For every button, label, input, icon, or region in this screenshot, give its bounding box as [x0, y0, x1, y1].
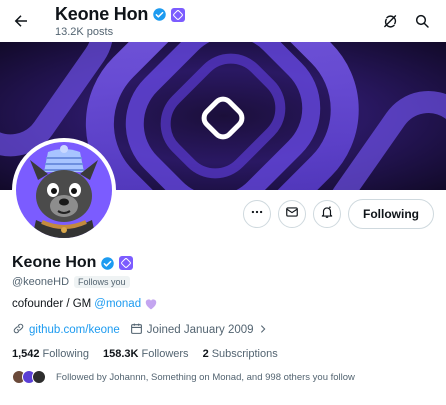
follows-you-badge: Follows you: [74, 276, 130, 288]
subscriptions-count: 2: [202, 348, 209, 360]
link-icon: [12, 322, 25, 338]
followed-by-row[interactable]: Followed by Johannn, Something on Monad,…: [12, 370, 355, 384]
website-link[interactable]: github.com/keone: [29, 324, 120, 336]
following-count: 1,542: [12, 348, 40, 360]
following-stat[interactable]: 1,542 Following: [12, 348, 89, 360]
joined-date: Joined January 2009: [146, 324, 254, 336]
verified-badge-icon[interactable]: [152, 7, 167, 22]
message-icon: [285, 205, 299, 224]
purple-heart-icon: [144, 297, 158, 310]
profile-handle: @keoneHD: [12, 276, 70, 288]
followers-count: 158.3K: [103, 348, 139, 360]
profile-meta: github.com/keone Joined January 2009: [12, 322, 278, 338]
bio-mention-link[interactable]: @monad: [94, 298, 141, 310]
following-button[interactable]: Following: [348, 199, 434, 229]
header-title: Keone Hon: [55, 4, 149, 24]
header-title-block: Keone Hon 13.2K posts: [55, 4, 186, 38]
avatar: [32, 370, 46, 384]
following-label: Following: [42, 348, 89, 360]
joined-item: Joined January 2009: [130, 322, 268, 338]
profile-header: Keone Hon 13.2K posts: [0, 0, 446, 42]
followers-stat[interactable]: 158.3K Followers: [103, 348, 189, 360]
profile-name: Keone Hon: [12, 254, 97, 271]
post-count: 13.2K posts: [55, 26, 114, 38]
affiliate-badge-icon[interactable]: [119, 256, 134, 270]
profile-bio: cofounder / GM @monad: [12, 297, 158, 310]
search-icon[interactable]: [412, 11, 432, 31]
avatar[interactable]: [12, 138, 116, 242]
profile-handle-row: @keoneHD Follows you: [12, 276, 130, 288]
profile-actions: Following: [243, 199, 446, 229]
notifications-button[interactable]: [313, 200, 341, 228]
affiliate-badge-icon[interactable]: [171, 7, 186, 22]
more-icon: [250, 205, 264, 224]
follower-avatars: [12, 370, 46, 384]
profile-stats: 1,542 Following 158.3K Followers 2 Subscrip…: [12, 348, 292, 360]
profile-name-row: Keone Hon: [12, 254, 134, 272]
back-arrow-icon[interactable]: [10, 10, 32, 32]
chevron-right-icon[interactable]: [258, 324, 268, 337]
followed-by-text: Followed by Johannn, Something on Monad,…: [56, 371, 355, 383]
message-button[interactable]: [278, 200, 306, 228]
more-button[interactable]: [243, 200, 271, 228]
website-item: github.com/keone: [12, 322, 120, 338]
followers-label: Followers: [141, 348, 189, 360]
notification-bell-icon: [320, 205, 334, 224]
subscriptions-stat[interactable]: 2 Subscriptions: [203, 348, 278, 360]
subscriptions-label: Subscriptions: [211, 348, 278, 360]
bio-text: cofounder / GM: [12, 297, 92, 310]
grok-icon[interactable]: [380, 11, 400, 31]
calendar-icon: [130, 322, 143, 338]
verified-badge-icon[interactable]: [100, 256, 115, 271]
